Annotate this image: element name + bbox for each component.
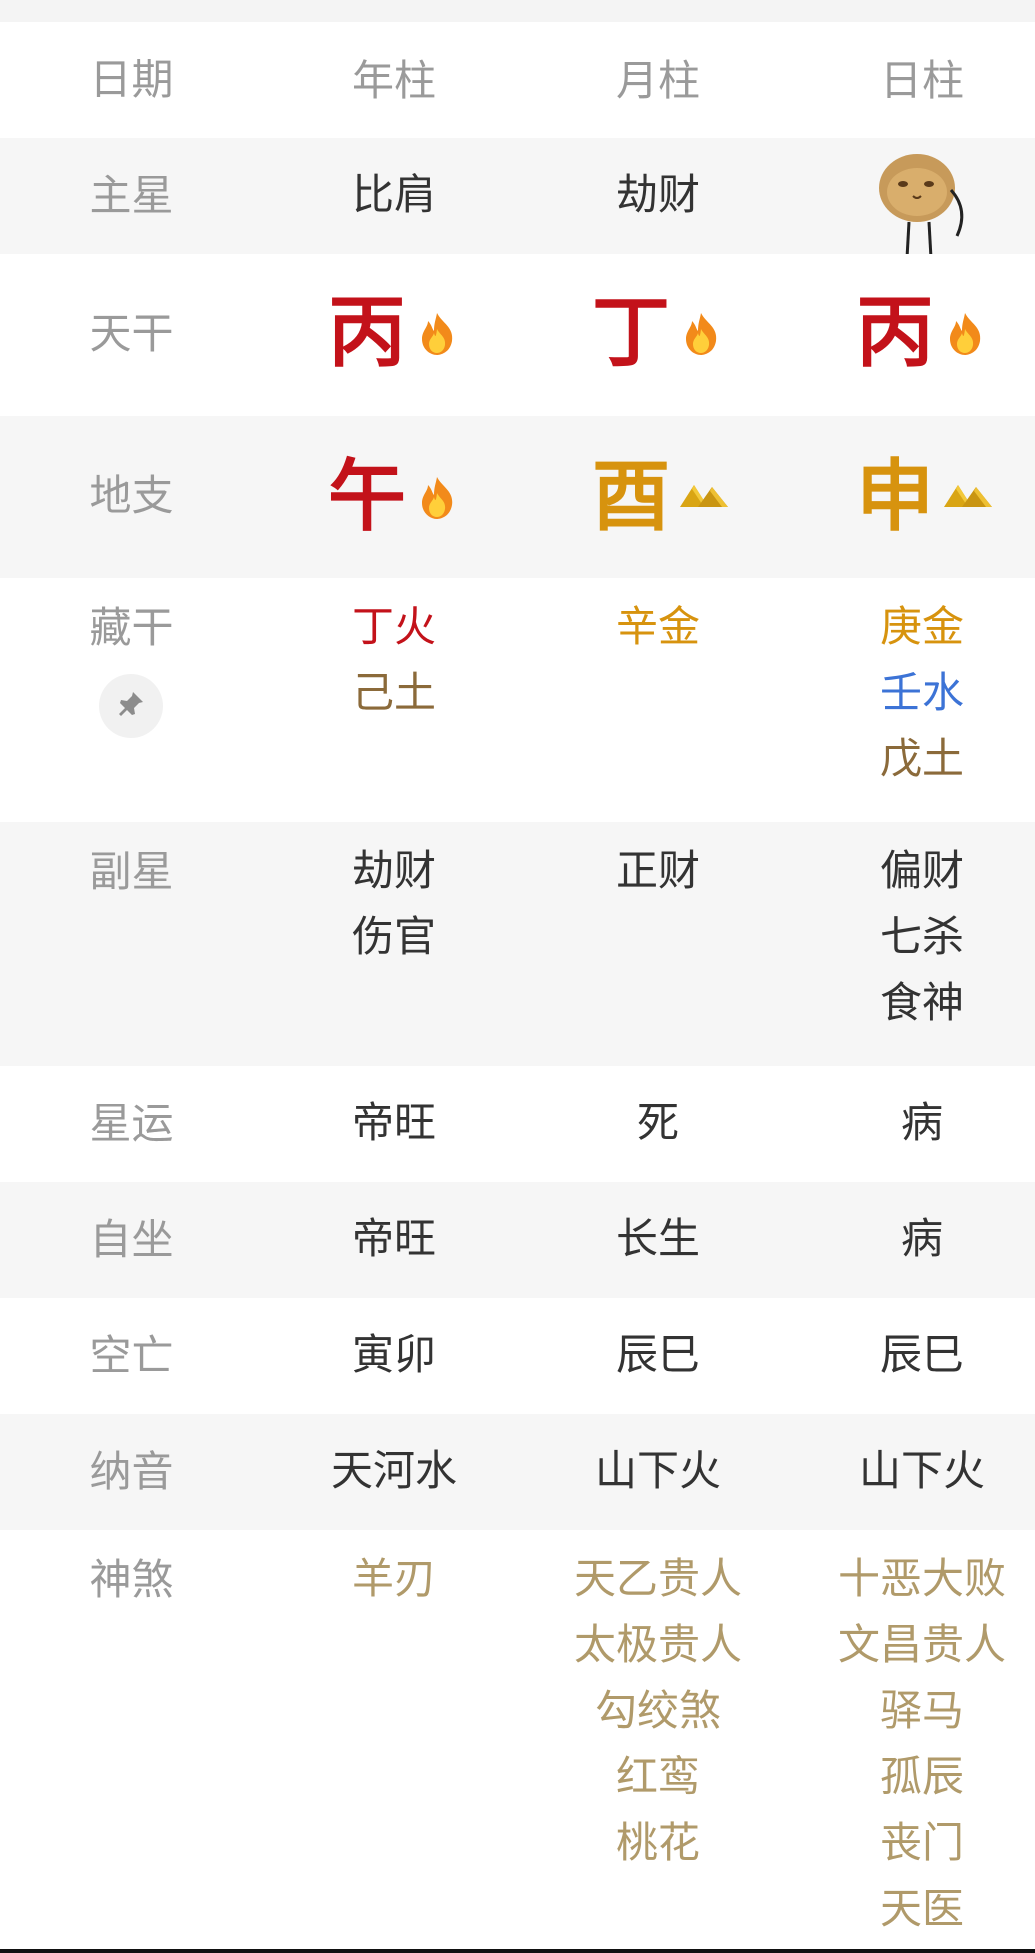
fuxing-col3-item: 食神 bbox=[879, 978, 964, 1027]
gold-ingot-icon bbox=[942, 474, 992, 520]
hidden-stems-row: 藏干 丁火己土 辛金 庚金壬水戊土 bbox=[0, 578, 1035, 822]
void-day: 辰巳 bbox=[879, 1330, 964, 1379]
shensha-col2-item: 红鸾 bbox=[615, 1752, 700, 1801]
canggan-col3-item: 戊土 bbox=[879, 734, 964, 783]
shensha-col3-item: 文昌贵人 bbox=[837, 1620, 1006, 1669]
header-label: 日期 bbox=[89, 55, 174, 104]
main-star-year: 比肩 bbox=[351, 170, 436, 219]
nayin-row: 纳音 天河水 山下火 山下火 bbox=[0, 1414, 1035, 1530]
heavenly-stem-label: 天干 bbox=[89, 309, 174, 358]
header-month-pillar: 月柱 bbox=[615, 56, 700, 105]
main-star-month: 劫财 bbox=[615, 170, 700, 219]
star-fortune-row: 星运 帝旺 死 病 bbox=[0, 1066, 1035, 1182]
fuxing-col3-item: 七杀 bbox=[879, 912, 964, 961]
avatar-cat-icon bbox=[873, 150, 973, 260]
fuxing-col1-item: 伤官 bbox=[351, 912, 436, 961]
void-label: 空亡 bbox=[89, 1331, 174, 1380]
star-fortune-year: 帝旺 bbox=[351, 1098, 436, 1147]
canggan-col3-item: 庚金 bbox=[879, 602, 964, 651]
heavenly-stem-day: 丙 bbox=[791, 288, 1035, 378]
main-star-label: 主星 bbox=[89, 171, 174, 220]
earthly-branch-month: 酉 bbox=[527, 452, 789, 542]
fuxing-col2-item: 正财 bbox=[615, 846, 700, 895]
shensha-col3-item: 天医 bbox=[879, 1884, 964, 1933]
nayin-year: 天河水 bbox=[330, 1446, 457, 1495]
canggan-col2-item: 辛金 bbox=[615, 602, 700, 651]
canggan-col3-item: 壬水 bbox=[879, 668, 964, 717]
void-year: 寅卯 bbox=[351, 1330, 436, 1379]
fuxing-col3-item: 偏财 bbox=[879, 846, 964, 895]
shensha-col2-item: 太极贵人 bbox=[573, 1620, 742, 1669]
sub-star-label: 副星 bbox=[89, 847, 174, 896]
shensha-col2-item: 勾绞煞 bbox=[594, 1686, 721, 1735]
heavenly-stem-month: 丁 bbox=[527, 288, 789, 378]
canggan-col1-item: 丁火 bbox=[351, 602, 436, 651]
sub-star-month: 正财 bbox=[527, 838, 789, 904]
hidden-stems-label: 藏干 bbox=[89, 603, 174, 652]
gold-ingot-icon bbox=[678, 474, 728, 520]
shensha-col2-item: 天乙贵人 bbox=[573, 1554, 742, 1603]
fuxing-col1-item: 劫财 bbox=[351, 846, 436, 895]
shensha-year: 羊刃 bbox=[263, 1546, 525, 1612]
top-edge bbox=[0, 0, 1035, 22]
earthly-branch-year-char: 午 bbox=[327, 452, 406, 542]
earthly-branch-row: 地支 午 酉 申 bbox=[0, 416, 1035, 578]
heavenly-stem-month-char: 丁 bbox=[591, 288, 670, 378]
fire-icon bbox=[414, 474, 460, 520]
main-star-row: 主星 比肩 劫财 bbox=[0, 138, 1035, 259]
earthly-branch-label: 地支 bbox=[89, 471, 174, 520]
shensha-col3-item: 驿马 bbox=[879, 1686, 964, 1735]
star-fortune-month: 死 bbox=[636, 1098, 679, 1147]
sub-star-day: 偏财 七杀 食神 bbox=[791, 838, 1035, 1036]
self-seat-label: 自坐 bbox=[89, 1215, 174, 1264]
header-year-pillar: 年柱 bbox=[351, 56, 436, 105]
self-seat-day: 病 bbox=[900, 1214, 943, 1263]
earthly-branch-year: 午 bbox=[263, 452, 525, 542]
hidden-stems-day: 庚金 壬水 戊土 bbox=[791, 594, 1035, 792]
self-seat-row: 自坐 帝旺 长生 病 bbox=[0, 1182, 1035, 1298]
shensha-col3-item: 孤辰 bbox=[879, 1752, 964, 1801]
sub-star-row: 副星 劫财伤官 正财 偏财七杀食神 bbox=[0, 822, 1035, 1066]
heavenly-stem-day-char: 丙 bbox=[855, 288, 934, 378]
star-fortune-label: 星运 bbox=[89, 1099, 174, 1148]
shensha-month: 天乙贵人太极贵人勾绞煞红鸾桃花 bbox=[527, 1546, 789, 1876]
shensha-col3-item: 十恶大败 bbox=[837, 1554, 1006, 1603]
canggan-col1-item: 己土 bbox=[351, 668, 436, 717]
heavenly-stem-row: 天干 丙 丁 丙 bbox=[0, 254, 1035, 416]
self-seat-month: 长生 bbox=[615, 1214, 700, 1263]
nayin-day: 山下火 bbox=[858, 1446, 985, 1495]
heavenly-stem-year: 丙 bbox=[263, 288, 525, 378]
sub-star-year: 劫财 伤官 bbox=[263, 838, 525, 970]
earthly-branch-day: 申 bbox=[791, 452, 1035, 542]
shensha-day: 十恶大败文昌贵人驿马孤辰丧门天医 bbox=[791, 1546, 1035, 1942]
earthly-branch-day-char: 申 bbox=[855, 452, 934, 542]
hidden-stems-month: 辛金 bbox=[527, 594, 789, 660]
shensha-label: 神煞 bbox=[89, 1555, 174, 1604]
shensha-col2-item: 桃花 bbox=[615, 1818, 700, 1867]
fire-icon bbox=[678, 310, 724, 356]
shensha-col3-item: 丧门 bbox=[879, 1818, 964, 1867]
fire-icon bbox=[942, 310, 988, 356]
heavenly-stem-year-char: 丙 bbox=[327, 288, 406, 378]
void-month: 辰巳 bbox=[615, 1330, 700, 1379]
shensha-row: 神煞 羊刃 天乙贵人太极贵人勾绞煞红鸾桃花 十恶大败文昌贵人驿马孤辰丧门天医 bbox=[0, 1530, 1035, 1953]
earthly-branch-month-char: 酉 bbox=[591, 452, 670, 542]
star-fortune-day: 病 bbox=[900, 1098, 943, 1147]
hidden-stems-year: 丁火 己土 bbox=[263, 594, 525, 726]
fire-icon bbox=[414, 310, 460, 356]
bottom-divider bbox=[0, 1949, 1035, 1953]
nayin-month: 山下火 bbox=[594, 1446, 721, 1495]
nayin-label: 纳音 bbox=[89, 1447, 174, 1496]
header-day-pillar: 日柱 bbox=[879, 56, 964, 105]
bazi-chart: 日期 年柱 月柱 日柱 主星 比肩 劫财 天干 丙 丁 丙 地支 午 酉 申 藏… bbox=[0, 0, 1035, 1953]
self-seat-year: 帝旺 bbox=[351, 1214, 436, 1263]
shensha-col1-item: 羊刃 bbox=[351, 1554, 436, 1603]
pin-button[interactable] bbox=[99, 674, 163, 738]
void-row: 空亡 寅卯 辰巳 辰巳 bbox=[0, 1298, 1035, 1414]
pin-icon bbox=[116, 689, 146, 723]
header-row: 日期 年柱 月柱 日柱 bbox=[0, 22, 1035, 138]
